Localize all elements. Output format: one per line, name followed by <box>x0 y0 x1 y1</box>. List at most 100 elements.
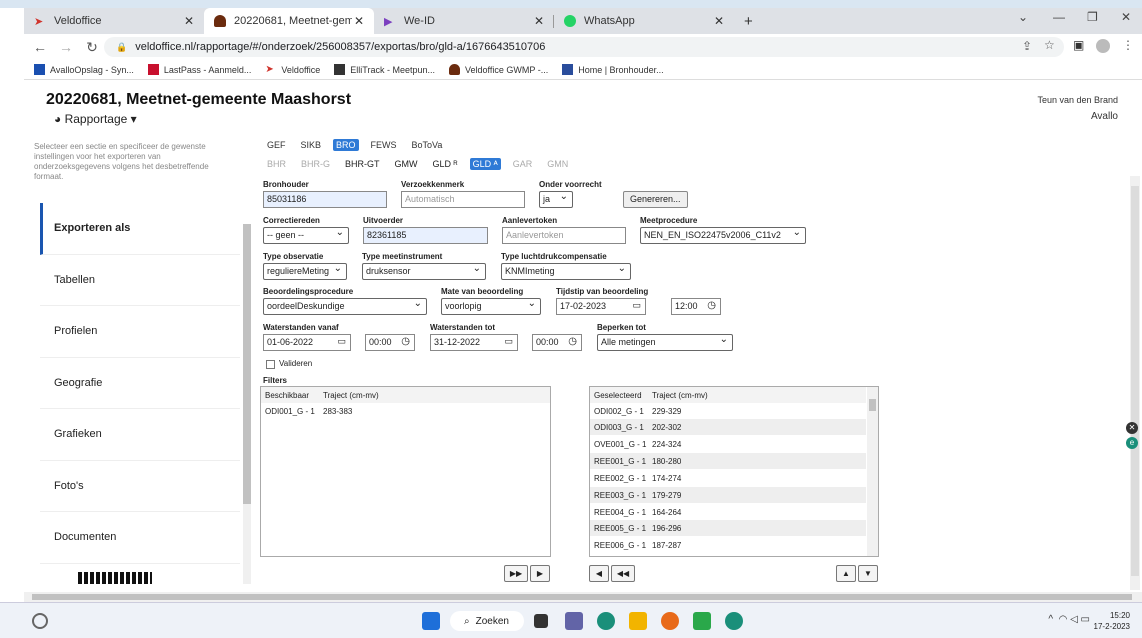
window-close-icon[interactable]: ✕ <box>1121 10 1131 24</box>
valideren-checkbox[interactable] <box>266 360 275 369</box>
add-all-button[interactable]: ▶▶ <box>504 565 528 582</box>
bookmark-lastpass[interactable]: LastPass - Aanmeld... <box>147 64 251 75</box>
profile-icon[interactable] <box>1096 39 1110 53</box>
tab-botova[interactable]: BoToVa <box>409 139 446 151</box>
sidebar-item-exporteren[interactable]: Exporteren als <box>40 203 240 255</box>
horizontal-scrollbar[interactable] <box>24 592 1142 602</box>
correctiereden-select[interactable]: -- geen -- <box>263 227 349 244</box>
close-icon[interactable]: ✕ <box>354 14 364 28</box>
uitvoerder-field[interactable]: 82361185 <box>363 227 488 244</box>
windows-start-icon[interactable] <box>422 612 440 630</box>
system-tray[interactable]: ^ ◠ ◁ ▭ <box>1048 614 1090 625</box>
sidebar-item-documenten[interactable]: Documenten <box>40 512 240 564</box>
verzoekkenmerk-field[interactable]: Automatisch <box>401 191 525 208</box>
list-item[interactable]: REE003_G - 1 179-279 <box>590 487 866 503</box>
sidebar-item-fotos[interactable]: Foto's <box>40 461 240 512</box>
explorer-icon[interactable] <box>629 612 647 630</box>
widgets-icon[interactable] <box>32 613 48 629</box>
user-name[interactable]: Teun van den Brand <box>1037 95 1118 105</box>
tab-bhr-gt[interactable]: BHR-GT <box>342 158 383 170</box>
meetprocedure-select[interactable]: NEN_EN_ISO22475v2006_C11v2 <box>640 227 806 244</box>
tab-gld-a[interactable]: GLD ᴬ <box>469 158 501 170</box>
bookmark-avallo-opslag[interactable]: AvalloOpslag - Syn... <box>34 64 134 75</box>
share-icon[interactable]: ⇪ <box>1022 39 1032 53</box>
list-item[interactable]: OVE001_G - 1 224-324 <box>590 436 866 452</box>
list-item[interactable]: REE006_G - 1 187-287 <box>590 537 866 553</box>
clock[interactable]: 15:20 17-2-2023 <box>1094 610 1130 632</box>
type-meetinstrument-select[interactable]: druksensor <box>362 263 486 280</box>
beperken-select[interactable]: Alle metingen <box>597 334 733 351</box>
task-view-icon[interactable] <box>534 614 548 628</box>
move-down-button[interactable]: ▼ <box>858 565 878 582</box>
tab-we-id[interactable]: ▶ We-ID ✕ <box>374 8 554 34</box>
vanaf-time-field[interactable]: 00:00 <box>365 334 415 351</box>
type-observatie-select[interactable]: reguliereMeting <box>263 263 347 280</box>
add-button[interactable]: ▶ <box>530 565 550 582</box>
bookmark-veldoffice-gwmp[interactable]: Veldoffice GWMP -... <box>449 64 548 75</box>
teams-icon[interactable] <box>565 612 583 630</box>
close-icon[interactable]: ✕ <box>534 14 544 28</box>
move-up-button[interactable]: ▲ <box>836 565 856 582</box>
close-icon[interactable]: ✕ <box>184 14 194 28</box>
aanlevertoken-field[interactable]: Aanlevertoken <box>502 227 626 244</box>
remove-all-button[interactable]: ◀◀ <box>611 565 635 582</box>
onder-voorrecht-select[interactable]: ja <box>539 191 573 208</box>
tab-search-icon[interactable]: ⌄ <box>1018 10 1028 24</box>
rapportage-menu[interactable]: ◕ Rapportage ▾ <box>54 112 137 126</box>
available-filters-list[interactable]: Beschikbaar Traject (cm-mv) ODI001_G - 1… <box>260 386 551 557</box>
mate-select[interactable]: voorlopig <box>441 298 541 315</box>
sidebar-item-geografie[interactable]: Geografie <box>40 358 240 409</box>
list-item[interactable]: REE001_G - 1 180-280 <box>590 453 866 469</box>
page-scrollbar[interactable] <box>1130 176 1140 590</box>
tab-gmw[interactable]: GMW <box>392 158 421 170</box>
close-circle-icon[interactable]: ✕ <box>1126 422 1138 434</box>
tab-bro[interactable]: BRO <box>333 139 359 151</box>
menu-icon[interactable]: ⋮ <box>1122 38 1134 52</box>
tijdstip-date-field[interactable]: 17-02-2023 <box>556 298 646 315</box>
scrollbar-thumb[interactable] <box>243 224 251 504</box>
tot-date-field[interactable]: 31-12-2022 <box>430 334 518 351</box>
star-icon[interactable]: ☆ <box>1044 38 1055 52</box>
tab-gef[interactable]: GEF <box>264 139 289 151</box>
scrollbar-thumb[interactable] <box>1131 186 1139 576</box>
tab-gld-r[interactable]: GLD ᴿ <box>430 158 461 170</box>
bookmark-bronhouder[interactable]: Home | Bronhouder... <box>562 64 664 75</box>
list-item[interactable]: ODI001_G - 1 283-383 <box>261 403 550 419</box>
url-input[interactable]: 🔒 veldoffice.nl/rapportage/#/onderzoek/2… <box>104 37 1064 57</box>
restore-icon[interactable]: ❐ <box>1087 10 1098 24</box>
close-icon[interactable]: ✕ <box>714 14 724 28</box>
new-tab-button[interactable]: + <box>734 8 764 34</box>
forward-icon[interactable]: → <box>56 39 76 55</box>
extension-icon[interactable]: e <box>1126 437 1138 449</box>
taskbar-search[interactable]: ⌕ Zoeken <box>450 611 524 631</box>
tab-sikb[interactable]: SIKB <box>298 139 325 151</box>
tijdstip-time-field[interactable]: 12:00 <box>671 298 721 315</box>
excel-icon[interactable] <box>693 612 711 630</box>
tab-veldoffice[interactable]: ➤ Veldoffice ✕ <box>24 8 204 34</box>
tot-time-field[interactable]: 00:00 <box>532 334 582 351</box>
list-item[interactable]: REE004_G - 1 164-264 <box>590 504 866 520</box>
tab-whatsapp[interactable]: WhatsApp ✕ <box>554 8 734 34</box>
bronhouder-field[interactable]: 85031186 <box>263 191 387 208</box>
list-scrollbar[interactable] <box>867 387 878 556</box>
bookmark-ellitrack[interactable]: ElliTrack - Meetpun... <box>334 64 435 75</box>
sidepanel-icon[interactable]: ▣ <box>1073 38 1084 52</box>
scrollbar-thumb[interactable] <box>869 399 876 411</box>
app-icon[interactable] <box>725 612 743 630</box>
list-item[interactable]: REE005_G - 1 196-296 <box>590 520 866 536</box>
beoordelingsprocedure-select[interactable]: oordeelDeskundige <box>263 298 427 315</box>
sidebar-scrollbar[interactable] <box>243 224 251 584</box>
list-item[interactable]: REE002_G - 1 174-274 <box>590 470 866 486</box>
tab-fews[interactable]: FEWS <box>368 139 400 151</box>
vanaf-date-field[interactable]: 01-06-2022 <box>263 334 351 351</box>
back-icon[interactable]: ← <box>30 39 50 55</box>
bookmark-veldoffice[interactable]: ➤ Veldoffice <box>265 64 320 75</box>
scrollbar-thumb[interactable] <box>32 594 1132 600</box>
minimize-icon[interactable]: — <box>1053 10 1065 24</box>
type-luchtdruk-select[interactable]: KNMImeting <box>501 263 631 280</box>
tab-rapportage[interactable]: 20220681, Meetnet-gemeente M ✕ <box>204 8 374 34</box>
sidebar-item-grafieken[interactable]: Grafieken <box>40 409 240 461</box>
sidebar-item-tabellen[interactable]: Tabellen <box>40 255 240 306</box>
list-item[interactable]: ODI003_G - 1 202-302 <box>590 419 866 435</box>
chrome-icon[interactable] <box>661 612 679 630</box>
